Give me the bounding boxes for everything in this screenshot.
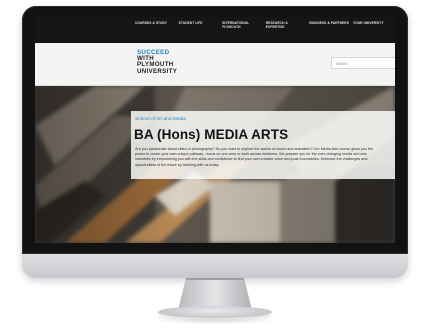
desktop-monitor: COURSES & STUDY STUDENT LIFE INTERNATION…: [22, 6, 408, 278]
scene: COURSES & STUDY STUDENT LIFE INTERNATION…: [0, 0, 430, 328]
stand-shadow: [150, 318, 280, 324]
monitor-chin: [22, 254, 408, 278]
course-intro-panel: School of Art and Media BA (Hons) MEDIA …: [131, 111, 395, 179]
logo-text-line-4: UNIVERSITY: [137, 67, 178, 75]
nav-item-international-plymouth[interactable]: INTERNATIONAL PLYMOUTH: [222, 21, 262, 41]
site-header: SUCCEED WITH PLYMOUTH UNIVERSITY: [35, 43, 395, 86]
nav-item-business-partners[interactable]: BUSINESS & PARTNERS: [309, 21, 349, 41]
nav-item-courses-study[interactable]: COURSES & STUDY: [135, 21, 175, 41]
search-input[interactable]: [336, 61, 392, 67]
monitor-foot: [158, 306, 272, 318]
nav-item-student-life[interactable]: STUDENT LIFE: [179, 21, 219, 41]
course-intro-text: Are you passionate about video or photog…: [135, 147, 373, 167]
nav-item-your-university[interactable]: YOUR UNIVERSITY: [353, 21, 393, 41]
top-navigation-bar: COURSES & STUDY STUDENT LIFE INTERNATION…: [35, 17, 395, 43]
university-logo[interactable]: SUCCEED WITH PLYMOUTH UNIVERSITY: [137, 49, 207, 80]
search-box[interactable]: [331, 57, 395, 69]
course-title: BA (Hons) MEDIA ARTS: [134, 127, 289, 142]
top-navigation-menu: COURSES & STUDY STUDENT LIFE INTERNATION…: [135, 21, 393, 41]
monitor-screen: COURSES & STUDY STUDENT LIFE INTERNATION…: [35, 17, 395, 243]
nav-item-research-expertise[interactable]: RESEARCH & EXPERTISE: [266, 21, 306, 41]
department-link[interactable]: School of Art and Media: [135, 117, 335, 123]
course-hero: School of Art and Media BA (Hons) MEDIA …: [35, 86, 395, 243]
monitor-bezel: COURSES & STUDY STUDENT LIFE INTERNATION…: [22, 6, 408, 254]
